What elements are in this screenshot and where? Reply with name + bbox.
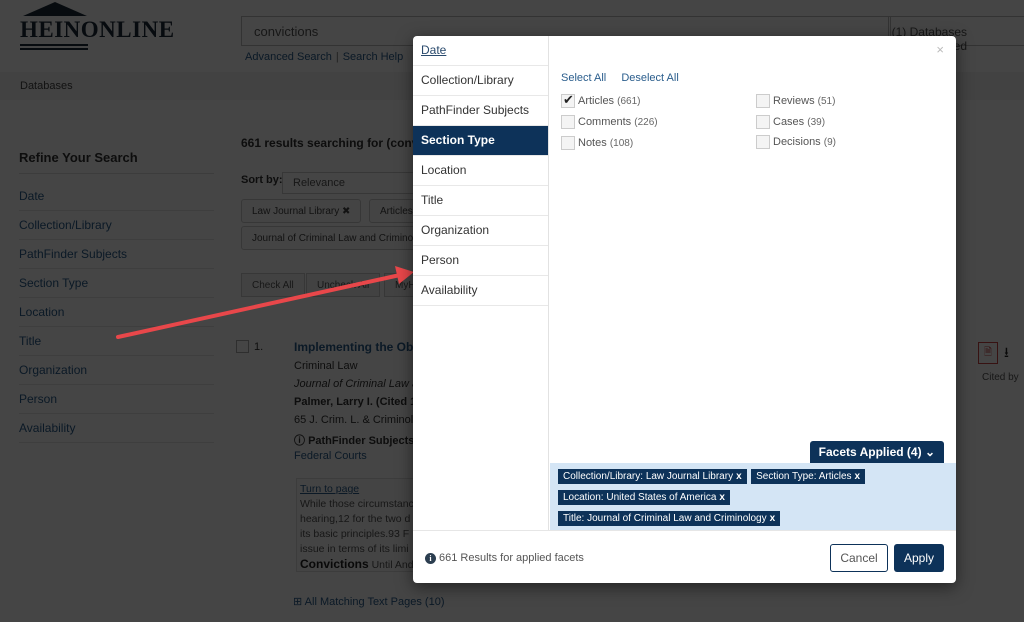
remove-facet-icon[interactable]: x	[855, 471, 861, 482]
results-info: i 661 Results for applied facets	[425, 552, 584, 564]
checkbox[interactable]	[756, 115, 770, 129]
option-articles[interactable]: Articles (661)	[561, 92, 640, 108]
facet-tag: Location: United States of America x	[558, 490, 730, 505]
facet-tag: Section Type: Articles x	[751, 469, 866, 484]
option-notes[interactable]: Notes (108)	[561, 136, 633, 150]
modal-footer: i 661 Results for applied facets Cancel A…	[413, 530, 956, 583]
checkbox-checked[interactable]	[561, 92, 575, 108]
remove-facet-icon[interactable]: x	[719, 492, 725, 503]
checkbox[interactable]	[561, 115, 575, 129]
deselect-all-link[interactable]: Deselect All	[621, 72, 678, 84]
info-icon: i	[425, 553, 436, 564]
modal-nav-organization[interactable]: Organization	[413, 216, 548, 246]
checkbox[interactable]	[561, 136, 575, 150]
chevron-down-icon: ⌄	[924, 445, 935, 459]
select-all-link[interactable]: Select All	[561, 72, 606, 84]
modal-facet-nav: Date Collection/Library PathFinder Subje…	[413, 36, 549, 530]
modal-nav-pathfinder[interactable]: PathFinder Subjects	[413, 96, 548, 126]
apply-button[interactable]: Apply	[894, 544, 944, 572]
modal-nav-date[interactable]: Date	[413, 36, 548, 66]
option-reviews[interactable]: Reviews (51)	[756, 94, 835, 108]
option-cases[interactable]: Cases (39)	[756, 115, 825, 129]
remove-facet-icon[interactable]: x	[770, 513, 776, 524]
applied-facets-panel: Collection/Library: Law Journal Library x…	[550, 463, 956, 530]
option-decisions[interactable]: Decisions (9)	[756, 135, 836, 149]
modal-content: Select All Deselect All Articles (661) C…	[550, 36, 956, 530]
modal-nav-title[interactable]: Title	[413, 186, 548, 216]
modal-nav-location[interactable]: Location	[413, 156, 548, 186]
cancel-button[interactable]: Cancel	[830, 544, 888, 572]
modal-nav-person[interactable]: Person	[413, 246, 548, 276]
facets-applied-toggle[interactable]: Facets Applied (4) ⌄	[809, 441, 944, 463]
option-comments[interactable]: Comments (226)	[561, 115, 658, 129]
checkbox[interactable]	[756, 94, 770, 108]
facet-tag: Collection/Library: Law Journal Library x	[558, 469, 747, 484]
facet-tag: Title: Journal of Criminal Law and Crimi…	[558, 511, 781, 526]
checkbox[interactable]	[756, 135, 770, 149]
modal-nav-availability[interactable]: Availability	[413, 276, 548, 306]
modal-nav-collection[interactable]: Collection/Library	[413, 66, 548, 96]
remove-facet-icon[interactable]: x	[736, 471, 742, 482]
modal-nav-section-type[interactable]: Section Type	[413, 126, 548, 156]
refine-modal: Date Collection/Library PathFinder Subje…	[413, 36, 956, 583]
